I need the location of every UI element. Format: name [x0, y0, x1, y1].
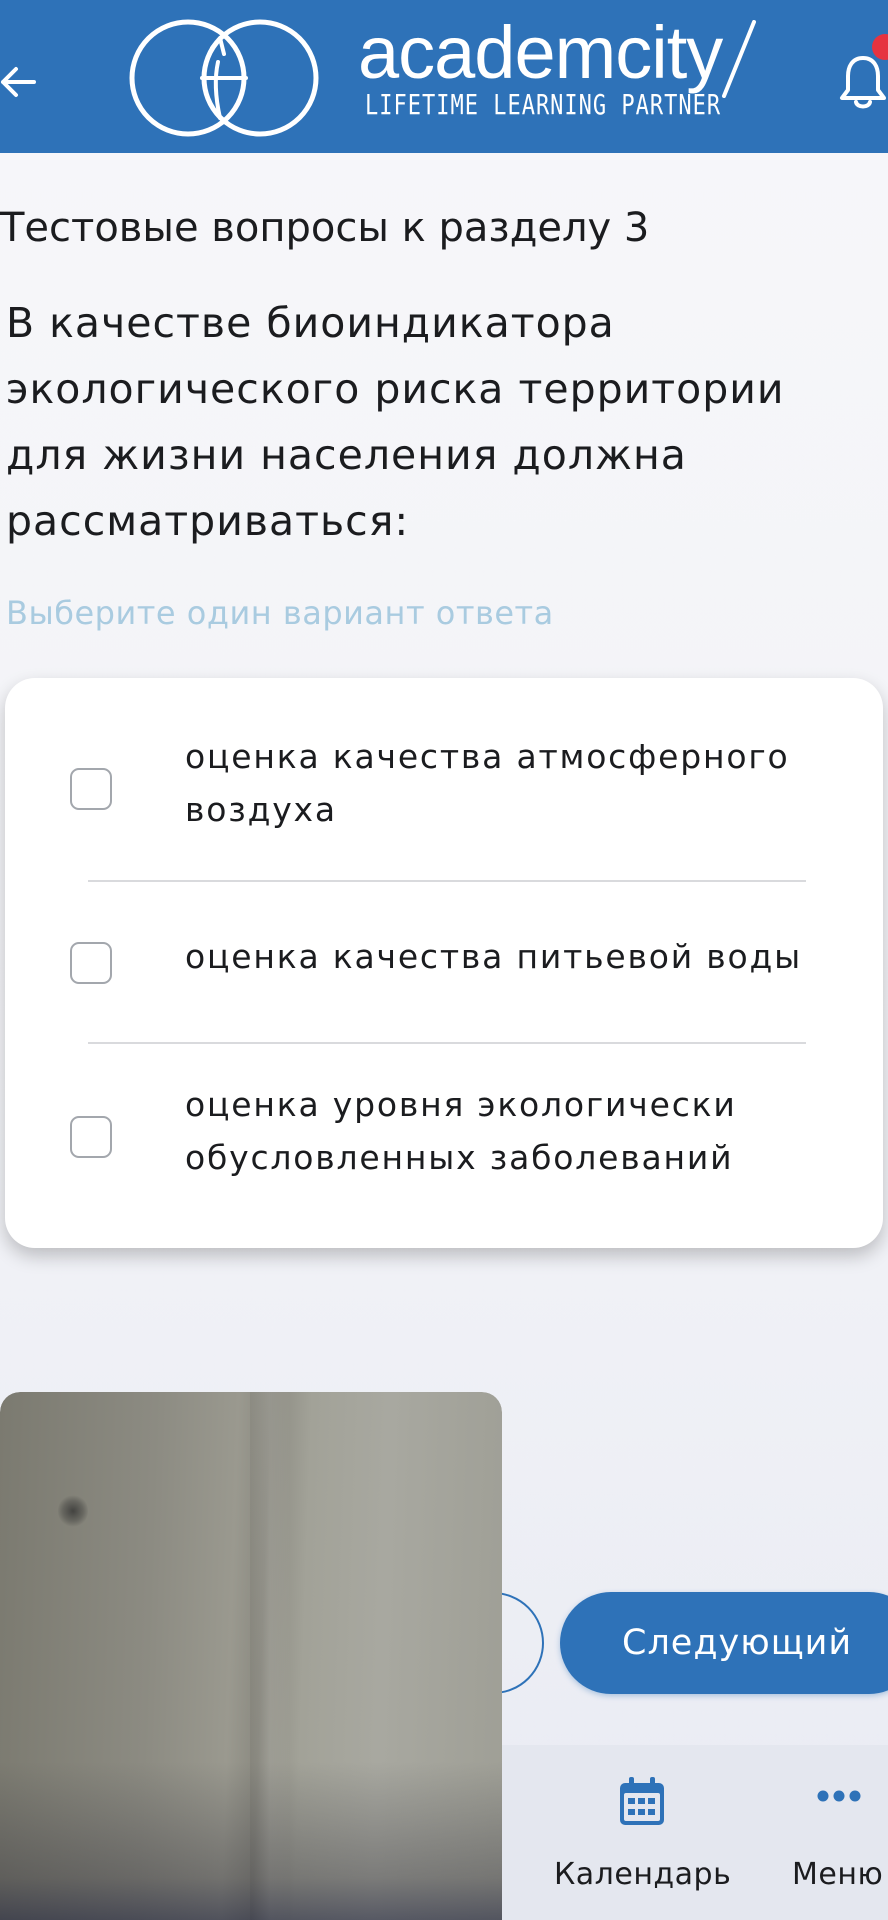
- answer-option-label: оценка качества питьевой воды: [185, 937, 802, 976]
- camera-preview-overlay[interactable]: [0, 1392, 502, 1920]
- answer-option-label: оценка качества атмосферного воздуха: [185, 737, 790, 829]
- nav-item-menu[interactable]: Меню: [790, 1775, 888, 1895]
- nav-item-label: Меню: [792, 1857, 884, 1892]
- answer-options-card: оценка качества атмосферного воздуха оце…: [5, 678, 883, 1248]
- back-button[interactable]: [0, 50, 42, 114]
- next-button[interactable]: Следующий: [560, 1592, 888, 1694]
- notifications-button[interactable]: [838, 52, 888, 112]
- arrow-left-icon: [1, 67, 36, 97]
- logo-tagline: LIFETIME LEARNING PARTNER: [365, 90, 722, 122]
- logo-mark-icon: [129, 19, 319, 137]
- checkbox[interactable]: [70, 1116, 112, 1158]
- nav-item-label: Календарь: [554, 1857, 732, 1892]
- section-title: Тестовые вопросы к разделу 3: [0, 205, 650, 251]
- logo-slash-icon: [722, 20, 756, 98]
- checkbox[interactable]: [70, 942, 112, 984]
- answer-option-label: оценка уровня экологически обусловленных…: [185, 1085, 737, 1177]
- camera-preview-shadow: [0, 1392, 502, 1920]
- calendar-icon: [620, 1777, 664, 1825]
- answer-option[interactable]: оценка уровня экологически обусловленных…: [5, 1078, 883, 1188]
- bell-icon: [840, 56, 886, 109]
- question-text: В качестве биоиндикатора экологического …: [6, 299, 785, 545]
- divider: [88, 1042, 806, 1044]
- more-dots-icon: [817, 1790, 861, 1802]
- answer-option[interactable]: оценка качества питьевой воды: [5, 916, 883, 986]
- answer-hint: Выберите один вариант ответа: [6, 594, 554, 632]
- checkbox[interactable]: [70, 768, 112, 810]
- answer-option[interactable]: оценка качества атмосферного воздуха: [5, 730, 883, 840]
- nav-item-calendar[interactable]: Календарь: [552, 1775, 732, 1895]
- divider: [88, 880, 806, 882]
- logo-wordmark: academcity: [358, 11, 723, 94]
- app-header: academcity LIFETIME LEARNING PARTNER: [0, 0, 888, 153]
